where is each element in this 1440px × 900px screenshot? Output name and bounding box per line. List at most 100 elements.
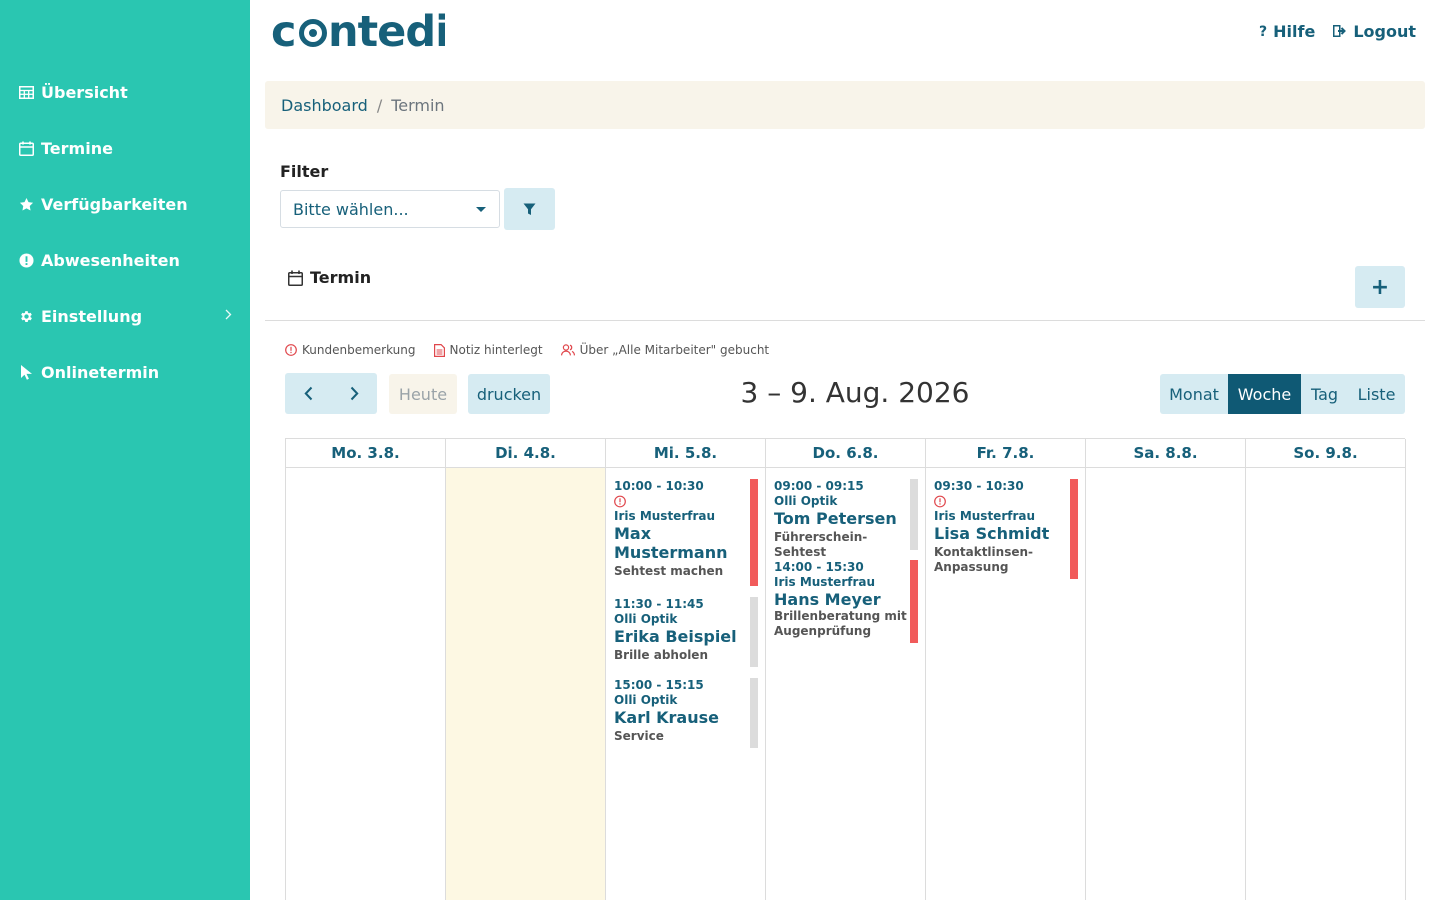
help-link[interactable]: ? Hilfe (1259, 22, 1315, 41)
appointment-event[interactable]: 09:00 - 09:15 Olli Optik Tom Petersen Fü… (774, 479, 922, 559)
sidebar-item-label: Abwesenheiten (41, 250, 180, 270)
plus-icon: + (1370, 274, 1390, 300)
svg-text:ntedi: ntedi (328, 8, 445, 54)
prev-week-button[interactable] (285, 373, 331, 414)
view-day-button[interactable]: Tag (1301, 374, 1348, 414)
day-column-tue: Di. 4.8. (446, 439, 606, 900)
event-description: Führerschein-Sehtest (774, 530, 868, 559)
logout-link[interactable]: Logout (1333, 22, 1416, 41)
status-bar (750, 678, 758, 748)
day-header[interactable]: Do. 6.8. (766, 439, 925, 468)
contedi-logo: c ntedi (271, 8, 445, 54)
apply-filter-button[interactable] (504, 188, 555, 230)
event-customer: Tom Petersen (774, 509, 897, 528)
event-staff: Olli Optik (614, 693, 678, 707)
customer-remark-icon (934, 495, 946, 508)
sidebar-item-label: Übersicht (41, 82, 128, 102)
table-icon (18, 84, 34, 100)
day-body[interactable] (1086, 468, 1245, 900)
filter-select[interactable]: Bitte wählen... (280, 190, 500, 228)
sidebar-item-uebersicht[interactable]: Übersicht (18, 80, 240, 104)
appointment-event[interactable]: 11:30 - 11:45 Olli Optik Erika Beispiel … (614, 597, 762, 667)
breadcrumb: Dashboard / Termin (265, 81, 1425, 129)
event-description: Brille abholen (614, 648, 708, 662)
view-week-button[interactable]: Woche (1228, 374, 1301, 414)
svg-text:c: c (271, 8, 296, 54)
sign-out-icon (1333, 22, 1347, 41)
day-header[interactable]: So. 9.8. (1246, 439, 1405, 468)
breadcrumb-current: Termin (391, 95, 445, 115)
day-column-wed: Mi. 5.8. 10:00 - 10:30 Iris Musterfrau M… (606, 439, 766, 900)
day-header[interactable]: Fr. 7.8. (926, 439, 1085, 468)
day-body[interactable]: 09:00 - 09:15 Olli Optik Tom Petersen Fü… (766, 468, 925, 900)
chevron-left-icon (303, 386, 312, 401)
event-customer: Max Mustermann (614, 524, 728, 562)
print-button[interactable]: drucken (468, 374, 550, 414)
sidebar-item-einstellung[interactable]: Einstellung (18, 304, 240, 328)
sidebar-item-onlinetermin[interactable]: Onlinetermin (18, 360, 240, 384)
add-appointment-button[interactable]: + (1355, 266, 1405, 308)
appointment-event[interactable]: 09:30 - 10:30 Iris Musterfrau Lisa Schmi… (934, 479, 1082, 579)
status-bar (750, 479, 758, 586)
section-title: Termin (288, 268, 371, 287)
filter-select-value: Bitte wählen... (293, 199, 409, 219)
app-logo[interactable]: c ntedi (271, 8, 445, 54)
star-icon (18, 196, 34, 212)
view-month-button[interactable]: Monat (1160, 374, 1228, 414)
day-column-sun: So. 9.8. (1246, 439, 1406, 900)
sidebar-item-label: Termine (41, 138, 113, 158)
filter-label: Filter (280, 162, 329, 181)
chevron-right-icon (225, 308, 232, 324)
sidebar-item-label: Verfügbarkeiten (41, 194, 188, 214)
calendar-icon (288, 270, 303, 286)
sidebar-item-termine[interactable]: Termine (18, 136, 240, 160)
day-body[interactable] (446, 468, 605, 900)
event-time: 09:30 - 10:30 (934, 479, 1024, 493)
customer-remark-icon (614, 495, 626, 508)
event-description: Sehtest machen (614, 564, 724, 578)
day-column-sat: Sa. 8.8. (1086, 439, 1246, 900)
view-switcher: Monat Woche Tag Liste (1160, 374, 1405, 414)
day-column-thu: Do. 6.8. 09:00 - 09:15 Olli Optik Tom Pe… (766, 439, 926, 900)
sidebar-item-abwesenheiten[interactable]: Abwesenheiten (18, 248, 240, 272)
appointment-event[interactable]: 14:00 - 15:30 Iris Musterfrau Hans Meyer… (774, 560, 922, 643)
calendar-icon (18, 140, 34, 156)
day-body[interactable]: 10:00 - 10:30 Iris Musterfrau Max Muster… (606, 468, 765, 900)
event-staff: Iris Musterfrau (934, 509, 1036, 523)
event-time: 11:30 - 11:45 (614, 597, 704, 611)
day-header[interactable]: Mi. 5.8. (606, 439, 765, 468)
event-description: Brillenberatung mit Augenprüfung (774, 609, 907, 638)
sidebar: Übersicht Termine Verfügbarkeiten Abwese… (0, 0, 250, 900)
info-circle-icon (285, 344, 297, 356)
sidebar-item-verfuegbarkeiten[interactable]: Verfügbarkeiten (18, 192, 240, 216)
question-icon: ? (1259, 23, 1268, 40)
event-customer: Lisa Schmidt (934, 524, 1050, 543)
status-bar (910, 560, 918, 643)
breadcrumb-dashboard-link[interactable]: Dashboard (281, 96, 368, 115)
day-header[interactable]: Mo. 3.8. (286, 439, 445, 468)
legend-item-all-staff: Über „Alle Mitarbeiter" gebucht (560, 343, 769, 357)
calendar-title: 3 – 9. Aug. 2026 (740, 376, 970, 409)
appointment-event[interactable]: 10:00 - 10:30 Iris Musterfrau Max Muster… (614, 479, 762, 586)
status-bar (750, 597, 758, 667)
today-button[interactable]: Heute (389, 374, 457, 414)
cursor-icon (18, 364, 34, 380)
event-staff: Olli Optik (614, 612, 678, 626)
event-staff: Olli Optik (774, 494, 838, 508)
day-column-fri: Fr. 7.8. 09:30 - 10:30 Iris Musterfrau L… (926, 439, 1086, 900)
day-header[interactable]: Di. 4.8. (446, 439, 605, 468)
status-bar (910, 479, 918, 550)
exclamation-circle-icon (18, 252, 34, 268)
appointment-event[interactable]: 15:00 - 15:15 Olli Optik Karl Krause Ser… (614, 678, 762, 748)
event-time: 15:00 - 15:15 (614, 678, 704, 692)
day-body[interactable]: 09:30 - 10:30 Iris Musterfrau Lisa Schmi… (926, 468, 1085, 900)
day-body[interactable] (286, 468, 445, 900)
next-week-button[interactable] (331, 373, 377, 414)
view-list-button[interactable]: Liste (1348, 374, 1405, 414)
day-body[interactable] (1246, 468, 1405, 900)
day-header[interactable]: Sa. 8.8. (1086, 439, 1245, 468)
note-icon (433, 343, 445, 357)
event-customer: Erika Beispiel (614, 627, 737, 646)
event-time: 10:00 - 10:30 (614, 479, 704, 493)
day-column-mon: Mo. 3.8. (286, 439, 446, 900)
